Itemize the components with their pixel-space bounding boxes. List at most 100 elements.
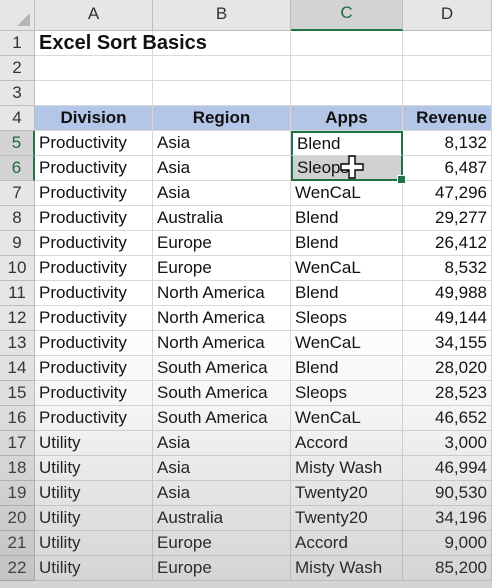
row-header-12[interactable]: 12 (0, 306, 35, 331)
cell-c8[interactable]: Blend (291, 206, 403, 231)
cell-a9[interactable]: Productivity (35, 231, 153, 256)
cell-b11[interactable]: North America (153, 281, 291, 306)
row-header-14[interactable]: 14 (0, 356, 35, 381)
cell-d22[interactable]: 85,200 (403, 556, 492, 581)
row-header-5[interactable]: 5 (0, 131, 35, 156)
cell-a6[interactable]: Productivity (35, 156, 153, 181)
cell-c14[interactable]: Blend (291, 356, 403, 381)
row-header-11[interactable]: 11 (0, 281, 35, 306)
cell-c10[interactable]: WenCaL (291, 256, 403, 281)
cell-d11[interactable]: 49,988 (403, 281, 492, 306)
cell-d20[interactable]: 34,196 (403, 506, 492, 531)
cell-b15[interactable]: South America (153, 381, 291, 406)
cell-c13[interactable]: WenCaL (291, 331, 403, 356)
cell-c17[interactable]: Accord (291, 431, 403, 456)
cell-b19[interactable]: Asia (153, 481, 291, 506)
cell-d19[interactable]: 90,530 (403, 481, 492, 506)
cell-a8[interactable]: Productivity (35, 206, 153, 231)
row-header-18[interactable]: 18 (0, 456, 35, 481)
cell-c16[interactable]: WenCaL (291, 406, 403, 431)
cell-a5[interactable]: Productivity (35, 131, 153, 156)
cell-b4[interactable]: Region (153, 106, 291, 131)
cell-b9[interactable]: Europe (153, 231, 291, 256)
cell-a11[interactable]: Productivity (35, 281, 153, 306)
cell-c20[interactable]: Twenty20 (291, 506, 403, 531)
cell-a10[interactable]: Productivity (35, 256, 153, 281)
cell-d15[interactable]: 28,523 (403, 381, 492, 406)
cell-c2[interactable] (291, 56, 403, 81)
cell-d17[interactable]: 3,000 (403, 431, 492, 456)
cell-d2[interactable] (403, 56, 492, 81)
cell-a7[interactable]: Productivity (35, 181, 153, 206)
cell-b12[interactable]: North America (153, 306, 291, 331)
cell-a4[interactable]: Division (35, 106, 153, 131)
cell-d21[interactable]: 9,000 (403, 531, 492, 556)
cell-a1[interactable]: Excel Sort Basics (35, 31, 207, 56)
cell-c11[interactable]: Blend (291, 281, 403, 306)
cell-a22[interactable]: Utility (35, 556, 153, 581)
row-header-8[interactable]: 8 (0, 206, 35, 231)
cell-a21[interactable]: Utility (35, 531, 153, 556)
cell-b18[interactable]: Asia (153, 456, 291, 481)
cell-c3[interactable] (291, 81, 403, 106)
row-header-20[interactable]: 20 (0, 506, 35, 531)
column-header-c[interactable]: C (291, 0, 403, 31)
cell-d5[interactable]: 8,132 (403, 131, 492, 156)
fill-handle[interactable] (397, 175, 406, 184)
cell-d14[interactable]: 28,020 (403, 356, 492, 381)
cell-d4[interactable]: Revenue (403, 106, 492, 131)
cell-d6[interactable]: 6,487 (403, 156, 492, 181)
cell-b6[interactable]: Asia (153, 156, 291, 181)
row-header-22[interactable]: 22 (0, 556, 35, 581)
cell-b8[interactable]: Australia (153, 206, 291, 231)
row-header-7[interactable]: 7 (0, 181, 35, 206)
cell-c4[interactable]: Apps (291, 106, 403, 131)
column-header-b[interactable]: B (153, 0, 291, 31)
cell-a3[interactable] (35, 81, 153, 106)
cell-c18[interactable]: Misty Wash (291, 456, 403, 481)
cell-b1[interactable] (153, 31, 291, 56)
cell-b2[interactable] (153, 56, 291, 81)
row-header-15[interactable]: 15 (0, 381, 35, 406)
row-header-16[interactable]: 16 (0, 406, 35, 431)
cell-d9[interactable]: 26,412 (403, 231, 492, 256)
cell-d1[interactable] (403, 31, 492, 56)
cell-c9[interactable]: Blend (291, 231, 403, 256)
cell-b14[interactable]: South America (153, 356, 291, 381)
cell-a20[interactable]: Utility (35, 506, 153, 531)
row-header-17[interactable]: 17 (0, 431, 35, 456)
cell-c7[interactable]: WenCaL (291, 181, 403, 206)
cell-c21[interactable]: Accord (291, 531, 403, 556)
row-header-1[interactable]: 1 (0, 31, 35, 56)
cell-a15[interactable]: Productivity (35, 381, 153, 406)
cell-b16[interactable]: South America (153, 406, 291, 431)
row-header-3[interactable]: 3 (0, 81, 35, 106)
cell-b13[interactable]: North America (153, 331, 291, 356)
cell-d18[interactable]: 46,994 (403, 456, 492, 481)
cell-a2[interactable] (35, 56, 153, 81)
cell-d16[interactable]: 46,652 (403, 406, 492, 431)
cell-c5[interactable]: Blend (291, 131, 403, 156)
cell-a12[interactable]: Productivity (35, 306, 153, 331)
cell-d7[interactable]: 47,296 (403, 181, 492, 206)
cell-d12[interactable]: 49,144 (403, 306, 492, 331)
cell-a18[interactable]: Utility (35, 456, 153, 481)
cell-c12[interactable]: Sleops (291, 306, 403, 331)
cell-b21[interactable]: Europe (153, 531, 291, 556)
cell-a19[interactable]: Utility (35, 481, 153, 506)
row-header-10[interactable]: 10 (0, 256, 35, 281)
cell-b20[interactable]: Australia (153, 506, 291, 531)
column-header-d[interactable]: D (403, 0, 492, 31)
cell-d10[interactable]: 8,532 (403, 256, 492, 281)
cell-c1[interactable] (291, 31, 403, 56)
cell-d13[interactable]: 34,155 (403, 331, 492, 356)
cell-d3[interactable] (403, 81, 492, 106)
cell-a16[interactable]: Productivity (35, 406, 153, 431)
row-header-13[interactable]: 13 (0, 331, 35, 356)
cell-b10[interactable]: Europe (153, 256, 291, 281)
cell-c19[interactable]: Twenty20 (291, 481, 403, 506)
row-header-9[interactable]: 9 (0, 231, 35, 256)
row-header-21[interactable]: 21 (0, 531, 35, 556)
select-all-button[interactable] (0, 0, 35, 31)
cell-b22[interactable]: Europe (153, 556, 291, 581)
